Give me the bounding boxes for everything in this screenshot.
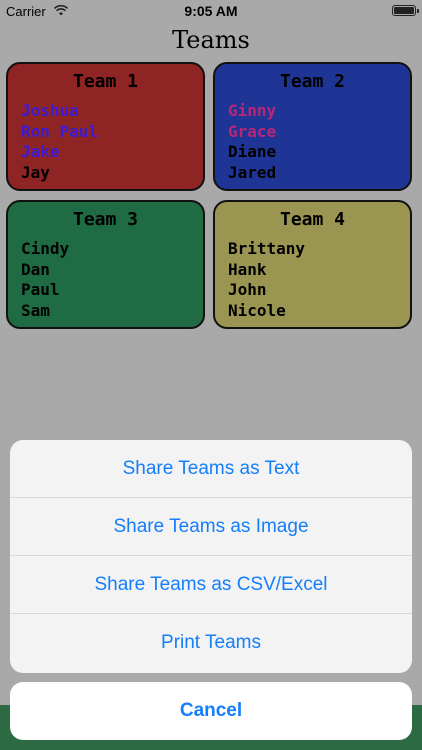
team-name: Team 2 [279, 71, 346, 92]
team-name: Team 4 [279, 209, 346, 230]
cancel-button[interactable]: Cancel [10, 682, 412, 740]
team-member: Jay [21, 162, 50, 182]
team-name: Team 1 [72, 71, 139, 92]
share-csv-button[interactable]: Share Teams as CSV/Excel [10, 556, 412, 614]
team-member: Cindy [21, 239, 70, 258]
team-member: Ron Paul [21, 121, 99, 141]
team-member: Hank [228, 259, 267, 279]
clock: 9:05 AM [184, 3, 238, 19]
team-card-3[interactable]: Team 3 Cindy Dan Paul Sam [6, 200, 205, 329]
team-member: Ginny [228, 101, 277, 120]
action-sheet: Share Teams as Text Share Teams as Image… [10, 440, 412, 673]
team-card-2[interactable]: Team 2 Ginny Grace Diane Jared [213, 62, 412, 191]
team-member: Dan [21, 259, 50, 279]
team-member: Diane [228, 142, 277, 161]
team-member: Brittany [228, 239, 306, 258]
team-name: Team 3 [72, 209, 139, 230]
team-member: Jared [228, 162, 277, 182]
team-member: Paul [21, 280, 60, 299]
team-member: Grace [228, 121, 277, 141]
team-member: Sam [21, 300, 50, 320]
status-bar: Carrier 9:05 AM [0, 0, 422, 22]
team-member: Nicole [228, 300, 286, 320]
team-member: Joshua [21, 101, 79, 120]
team-card-1[interactable]: Team 1 Joshua Ron Paul Jake Jay [6, 62, 205, 191]
team-member: John [228, 280, 267, 299]
team-card-4[interactable]: Team 4 Brittany Hank John Nicole [213, 200, 412, 329]
print-button[interactable]: Print Teams [10, 614, 412, 673]
page-title: Teams [172, 26, 250, 54]
share-image-button[interactable]: Share Teams as Image [10, 498, 412, 556]
share-text-button[interactable]: Share Teams as Text [10, 440, 412, 498]
team-member: Jake [21, 142, 60, 161]
battery-icon [392, 5, 419, 16]
